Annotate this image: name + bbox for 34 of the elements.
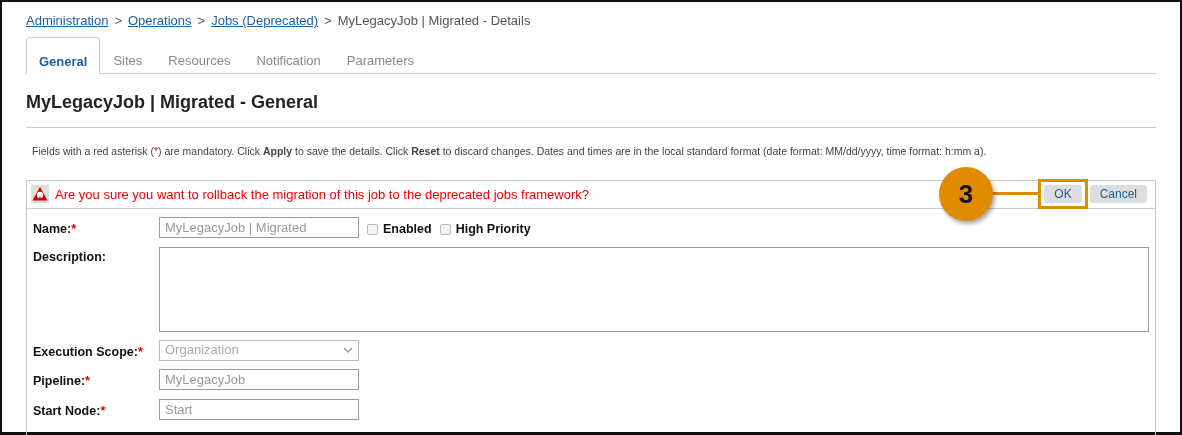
tab[interactable]: Resources <box>155 37 244 74</box>
checkbox-label: Enabled <box>383 220 432 238</box>
page-title: MyLegacyJob | Migrated - General <box>26 91 320 114</box>
dropdown[interactable]: Organization <box>159 339 359 361</box>
field-label: Pipeline:* <box>33 373 91 391</box>
confirmation-message: Are you sure you want to rollback the migration of this job to the deprecated jobs framework? <box>55 185 589 204</box>
field-label: Execution Scope:* <box>33 343 144 361</box>
field-label: Description: <box>33 248 107 266</box>
checkbox[interactable] <box>439 223 451 235</box>
tab[interactable]: General <box>26 37 101 74</box>
ok-button[interactable]: OK <box>1044 185 1082 204</box>
chevron-down-icon <box>343 346 353 354</box>
breadcrumb-link[interactable]: Jobs (Deprecated) <box>211 11 319 31</box>
warning-icon <box>31 185 49 204</box>
tab[interactable]: Notification <box>243 37 334 74</box>
checkbox-label: High Priority <box>455 220 531 238</box>
description-field[interactable] <box>158 246 1149 332</box>
tab[interactable]: Sites <box>100 37 156 74</box>
input-field[interactable]: Start <box>159 399 359 420</box>
instructions-text: Fields with a red asterisk (*) are mandatory. Click Apply to save the details. Click Reset to discard changes. Dates and times are in the local standard format (date format: MM/dd/yyyy, time format: h:mm a). <box>32 144 988 159</box>
breadcrumb-current: MyLegacyJob | Migrated - Details <box>337 12 531 31</box>
input-field[interactable]: MyLegacyJob | Migrated <box>159 216 359 238</box>
breadcrumb-separator: > <box>114 12 122 31</box>
field-label: Start Node:* <box>33 403 107 420</box>
breadcrumb-separator: > <box>324 12 332 31</box>
tab[interactable]: Parameters <box>333 37 427 74</box>
breadcrumb-link[interactable]: Operations <box>127 11 192 31</box>
callout-number: 3 <box>939 167 993 222</box>
field-label: Name:* <box>33 220 78 238</box>
breadcrumb-link[interactable]: Administration <box>26 11 109 31</box>
cancel-button[interactable]: Cancel <box>1089 185 1147 204</box>
input-field[interactable]: MyLegacyJob <box>159 369 359 391</box>
checkbox[interactable] <box>367 223 378 235</box>
breadcrumb-separator: > <box>197 12 206 31</box>
